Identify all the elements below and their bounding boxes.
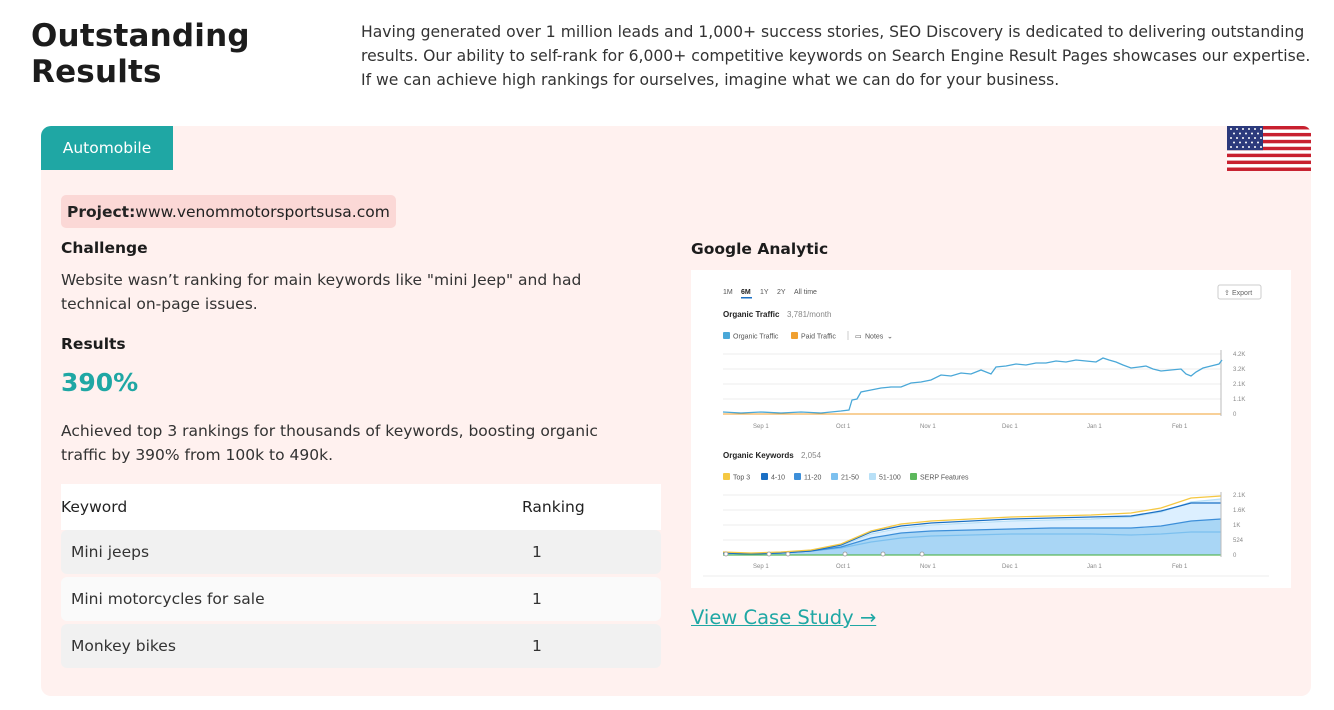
keywords-ytick: 2.1K xyxy=(1233,493,1245,499)
legend-paid-box xyxy=(791,332,798,339)
range-2y: 2Y xyxy=(777,289,786,296)
ranking-header: Ranking xyxy=(522,498,585,516)
results-percentage: 390% xyxy=(61,368,139,397)
ranking-cell: 1 xyxy=(532,543,542,561)
legend-organic: Organic Traffic xyxy=(733,334,779,341)
traffic-xtick: Sep 1 xyxy=(753,424,769,430)
section-title-line2: Results xyxy=(31,54,162,90)
chart-note-marker xyxy=(842,551,848,557)
view-case-study-link[interactable]: View Case Study → xyxy=(691,606,876,629)
keyword-table: Keyword Ranking Mini jeeps 1 Mini motorc… xyxy=(61,484,661,671)
keywords-xtick: Jan 1 xyxy=(1087,564,1102,570)
google-analytic-title: Google Analytic xyxy=(691,240,829,258)
range-active-indicator xyxy=(741,297,752,299)
legend-serp-box xyxy=(910,473,917,480)
table-row: Monkey bikes 1 xyxy=(61,624,661,668)
legend-notes: Notes xyxy=(865,334,884,341)
traffic-xtick: Feb 1 xyxy=(1172,424,1188,430)
legend-serp: SERP Features xyxy=(920,475,969,482)
keywords-value: 2,054 xyxy=(801,451,822,460)
results-title: Results xyxy=(61,335,126,353)
keywords-ytick: 1K xyxy=(1233,523,1240,529)
legend-top3: Top 3 xyxy=(733,475,750,482)
traffic-ytick: 4.2K xyxy=(1233,352,1245,358)
ranking-cell: 1 xyxy=(532,637,542,655)
keywords-ytick: 524 xyxy=(1233,538,1244,544)
section-intro: Having generated over 1 million leads an… xyxy=(361,23,1311,89)
traffic-value: 3,781/month xyxy=(787,310,831,319)
export-label: Export xyxy=(1232,290,1252,297)
chevron-down-icon: ⌄ xyxy=(887,334,893,341)
traffic-title: Organic Traffic xyxy=(723,310,780,319)
keyword-cell: Mini motorcycles for sale xyxy=(71,590,265,608)
chart-note-marker xyxy=(723,551,729,557)
challenge-title: Challenge xyxy=(61,239,148,257)
keywords-title: Organic Keywords xyxy=(723,451,794,460)
keywords-xtick: Dec 1 xyxy=(1002,564,1018,570)
notes-icon: ▭ xyxy=(855,334,862,341)
range-1y: 1Y xyxy=(760,289,769,296)
chart-note-marker xyxy=(880,551,886,557)
range-all-time: All time xyxy=(794,289,817,296)
keywords-xtick: Oct 1 xyxy=(836,564,851,570)
legend-51-100-box xyxy=(869,473,876,480)
table-row: Mini jeeps 1 xyxy=(61,530,661,574)
traffic-ytick: 3.2K xyxy=(1233,367,1245,373)
legend-organic-box xyxy=(723,332,730,339)
keywords-ytick: 1.6K xyxy=(1233,508,1245,514)
ranking-cell: 1 xyxy=(532,590,542,608)
chart-note-marker xyxy=(919,551,925,557)
traffic-xtick: Oct 1 xyxy=(836,424,851,430)
project-label: Project: xyxy=(67,202,136,221)
analytics-screenshot: 1M 6M 1Y 2Y All time ⇪ Export Organic Tr… xyxy=(691,270,1291,588)
export-icon: ⇪ xyxy=(1224,289,1230,297)
range-6m: 6M xyxy=(741,289,751,296)
legend-21-50: 21-50 xyxy=(841,475,859,482)
keyword-header: Keyword xyxy=(61,498,128,516)
traffic-xtick: Nov 1 xyxy=(920,424,936,430)
keywords-xtick: Feb 1 xyxy=(1172,564,1188,570)
keyword-cell: Mini jeeps xyxy=(71,543,150,561)
table-header: Keyword Ranking xyxy=(61,484,661,530)
project-url: www.venommotorsportsusa.com xyxy=(135,202,390,221)
section-title-line1: Outstanding xyxy=(31,18,250,54)
chart-note-marker xyxy=(785,551,791,557)
case-card: Automobile Project: www.venommotorsports… xyxy=(41,126,1311,696)
legend-4-10: 4-10 xyxy=(771,475,785,482)
traffic-ytick: 0 xyxy=(1233,412,1237,418)
keywords-ytick: 0 xyxy=(1233,553,1237,559)
us-flag-icon xyxy=(1227,126,1311,171)
traffic-ytick: 2.1K xyxy=(1233,382,1245,388)
keywords-xtick: Sep 1 xyxy=(753,564,769,570)
legend-11-20-box xyxy=(794,473,801,480)
traffic-xtick: Dec 1 xyxy=(1002,424,1018,430)
legend-11-20: 11-20 xyxy=(804,475,821,482)
project-badge: Project: www.venommotorsportsusa.com xyxy=(61,195,396,228)
challenge-text: Website wasn’t ranking for main keywords… xyxy=(61,271,582,313)
section-title: Outstanding Results xyxy=(31,18,250,90)
legend-21-50-box xyxy=(831,473,838,480)
results-text: Achieved top 3 rankings for thousands of… xyxy=(61,422,598,464)
legend-51-100: 51-100 xyxy=(879,475,901,482)
range-1m: 1M xyxy=(723,289,733,296)
keywords-xtick: Nov 1 xyxy=(920,564,936,570)
legend-top3-box xyxy=(723,473,730,480)
legend-paid: Paid Traffic xyxy=(801,334,836,341)
legend-4-10-box xyxy=(761,473,768,480)
traffic-xtick: Jan 1 xyxy=(1087,424,1102,430)
keyword-cell: Monkey bikes xyxy=(71,637,176,655)
organic-traffic-line xyxy=(722,357,1223,414)
chart-note-marker xyxy=(766,551,772,557)
tab-automobile[interactable]: Automobile xyxy=(41,126,173,170)
traffic-ytick: 1.1K xyxy=(1233,397,1245,403)
table-row: Mini motorcycles for sale 1 xyxy=(61,577,661,621)
